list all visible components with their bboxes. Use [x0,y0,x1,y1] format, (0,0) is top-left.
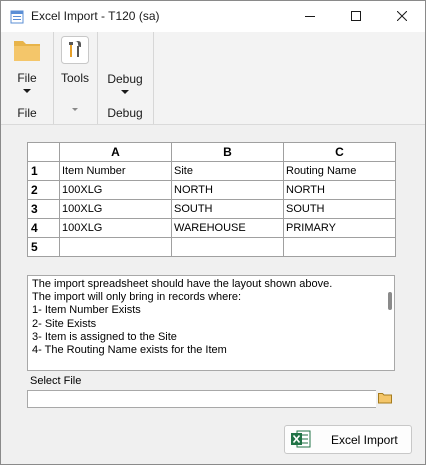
window-title: Excel Import - T120 (sa) [31,9,160,23]
excel-import-window: Excel Import - T120 (sa) File File Tools… [0,0,426,465]
file-button-label: File [17,71,37,85]
grid-cell: Routing Name [283,161,396,181]
group-options-icon[interactable] [53,101,97,115]
grid-cell [283,237,396,257]
close-button[interactable] [379,1,425,32]
debug-group-label: Debug [107,106,143,120]
grid-cell: SOUTH [171,199,284,219]
ribbon-group-tools: Tools [53,32,98,124]
grid-cell: 100XLG [59,218,172,238]
chevron-down-icon [23,89,31,93]
row-header: 3 [27,199,60,219]
file-group-label: File [17,106,37,120]
title-bar[interactable]: Excel Import - T120 (sa) [1,1,425,32]
grid-cell: NORTH [283,180,396,200]
column-header: A [59,142,172,162]
app-icon [10,10,24,24]
table-row: 1 Item Number Site Routing Name [27,161,396,181]
grid-header-row: A B C [27,142,396,162]
instructions-memo[interactable]: The import spreadsheet should have the l… [27,275,395,371]
select-file-label: Select File [30,375,82,387]
column-header: C [283,142,396,162]
row-header: 5 [27,237,60,257]
excel-import-label: Excel Import [331,433,398,447]
grid-cell: NORTH [171,180,284,200]
table-row: 5 [27,237,396,257]
folder-icon [12,36,42,67]
minimize-button[interactable] [287,1,333,32]
excel-icon [291,430,311,451]
column-header: B [171,142,284,162]
tools-icon [61,36,89,67]
debug-button-label: Debug [107,72,143,86]
folder-icon [378,392,392,407]
grid-corner [27,142,60,162]
grid-cell: PRIMARY [283,218,396,238]
row-header: 4 [27,218,60,238]
maximize-button[interactable] [333,1,379,32]
browse-file-button[interactable] [376,390,394,408]
ribbon: File File Tools Debug Debug [1,32,425,125]
tools-button-label: Tools [60,71,89,85]
chevron-down-icon [121,90,129,94]
file-button[interactable]: File [5,36,49,96]
ribbon-group-file: File File [1,32,54,124]
grid-cell: Item Number [59,161,172,181]
grid-cell: Site [171,161,284,181]
grid-cell: 100XLG [59,199,172,219]
maximize-icon [351,10,361,24]
instructions-text: The import spreadsheet should have the l… [32,278,333,357]
excel-import-button[interactable]: Excel Import [284,425,412,454]
memo-scrollbar-thumb[interactable] [388,292,392,310]
grid-cell: 100XLG [59,180,172,200]
grid-cell [59,237,172,257]
close-icon [396,10,408,24]
grid-cell: SOUTH [283,199,396,219]
table-row: 3 100XLG SOUTH SOUTH [27,199,396,219]
minimize-icon [305,10,315,24]
tools-button[interactable]: Tools [57,36,93,96]
grid-cell: WAREHOUSE [171,218,284,238]
table-row: 4 100XLG WAREHOUSE PRIMARY [27,218,396,238]
ribbon-group-debug: Debug Debug [97,32,154,124]
select-file-input[interactable] [27,390,381,408]
table-row: 2 100XLG NORTH NORTH [27,180,396,200]
grid-cell [171,237,284,257]
layout-grid: A B C 1 Item Number Site Routing Name 2 … [27,142,396,257]
row-header: 2 [27,180,60,200]
row-header: 1 [27,161,60,181]
